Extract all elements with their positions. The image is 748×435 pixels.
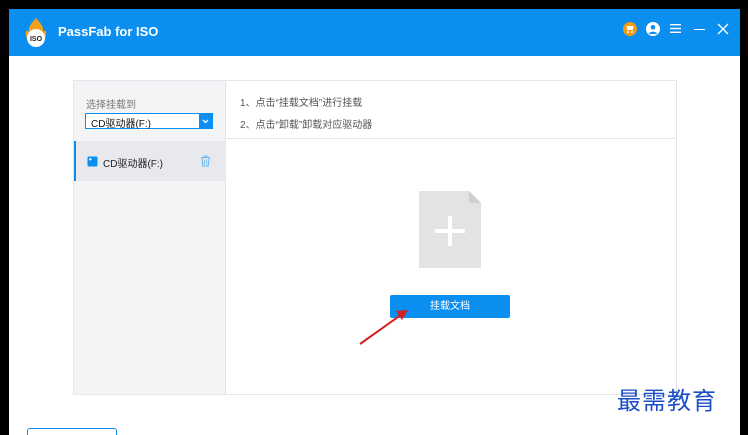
red-arrow-annotation: [359, 310, 408, 345]
instruction-step-1: 1、点击“挂载文档”进行挂载: [240, 98, 363, 109]
drive-icon: [87, 156, 98, 167]
close-icon[interactable]: [717, 23, 729, 35]
cart-icon[interactable]: [623, 22, 637, 36]
chevron-down-icon[interactable]: [199, 114, 212, 128]
app-title: PassFab for ISO: [58, 24, 159, 39]
drive-label: CD驱动器(F:): [103, 159, 163, 170]
instructions: 1、点击“挂载文档”进行挂载 2、点击“卸载”卸载对应驱动器: [226, 81, 676, 139]
trash-icon[interactable]: [200, 155, 211, 167]
bottom-button[interactable]: [27, 428, 117, 435]
add-file-icon[interactable]: [419, 191, 481, 268]
minimize-icon[interactable]: [694, 29, 705, 30]
watermark: 最需教育: [617, 387, 717, 415]
menu-icon[interactable]: [670, 24, 681, 33]
passfab-logo-icon: ISO: [25, 18, 47, 47]
logo-badge: ISO: [30, 36, 43, 43]
app-window: ISO PassFab for ISO 选择挂载到 CD驱动器(F:) CD驱动…: [9, 9, 740, 435]
drive-select-value: CD驱动器(F:): [91, 119, 151, 130]
title-bar: ISO PassFab for ISO: [9, 9, 740, 56]
user-icon[interactable]: [646, 22, 660, 36]
sidebar: 选择挂载到 CD驱动器(F:) CD驱动器(F:): [74, 81, 226, 394]
sidebar-item-cd-drive[interactable]: CD驱动器(F:): [74, 141, 225, 181]
mount-to-label: 选择挂载到: [86, 100, 136, 111]
instruction-step-2: 2、点击“卸载”卸载对应驱动器: [240, 120, 373, 131]
drive-select[interactable]: CD驱动器(F:): [85, 113, 213, 130]
